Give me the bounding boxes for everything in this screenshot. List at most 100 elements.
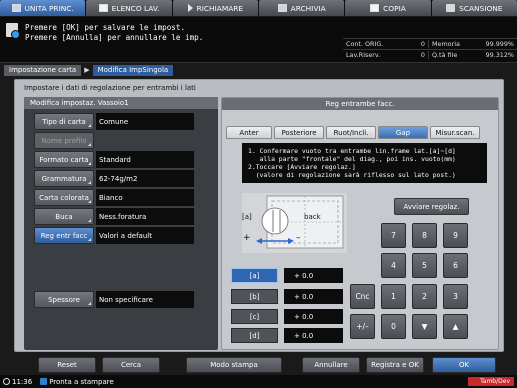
tab-label: UNITA PRINC. <box>24 3 74 13</box>
instruction-line: 2.Toccare [Avviare regolaz.] <box>248 163 356 171</box>
breadcrumb-modifica-impsingola: Modifica ImpSingola <box>92 64 174 76</box>
printer-status-icon <box>40 378 48 385</box>
setting-row: Spessore Non specificare <box>34 291 194 308</box>
gap-diagram: [a] back + – <box>242 193 347 253</box>
breadcrumb-separator-icon: ▶ <box>84 66 90 74</box>
gap-b-value: + 0.0 <box>284 289 343 304</box>
copy-icon <box>370 4 380 12</box>
breadcrumb-impostazione-carta[interactable]: Impostazione carta <box>4 64 82 76</box>
cont-orig-label: Cont. ORIG. <box>346 40 384 48</box>
modo-stampa-button[interactable]: Modo stampa <box>186 357 282 373</box>
job-list-icon <box>98 4 108 12</box>
qta-file-label: Q.tà file <box>432 51 458 59</box>
status-bar: 11:36 Pronta a stampare Tamb/Dev <box>0 375 517 388</box>
breadcrumb: Impostazione carta ▶ Modifica ImpSingola <box>4 64 174 76</box>
key-9[interactable]: 9 <box>443 223 468 248</box>
gap-d-button[interactable]: [d] <box>231 328 278 343</box>
spessore-button[interactable]: Spessore <box>34 291 94 308</box>
nome-profilo-button: Nome profilo <box>34 132 94 149</box>
key-8[interactable]: 8 <box>412 223 437 248</box>
tab-archivia[interactable]: ARCHIVIA <box>258 0 345 16</box>
message-line-2: Premere [Annulla] per annullare le imp. <box>25 33 204 42</box>
key-0[interactable]: 0 <box>381 314 406 339</box>
tab-label: RICHIAMARE <box>196 3 244 13</box>
tab-elenco-lav[interactable]: ELENCO LAV. <box>86 0 172 16</box>
setting-row: Nome profilo <box>34 132 94 149</box>
key-5[interactable]: 5 <box>412 253 437 278</box>
counters: Cont. ORIG. 0 Memoria 99.999% Lav.Riserv. 0… <box>343 38 517 60</box>
setting-row: Carta colorata Bianco <box>34 189 194 206</box>
key-3[interactable]: 3 <box>443 284 468 309</box>
reset-button[interactable]: Reset <box>38 357 96 373</box>
key-2[interactable]: 2 <box>412 284 437 309</box>
cont-orig-value: 0 <box>420 40 425 48</box>
tab-ruot-incli[interactable]: Ruot/Incli. <box>326 126 376 139</box>
buca-value: Ness.foratura <box>96 208 194 225</box>
setting-row: Tipo di carta Comune <box>34 113 194 130</box>
setting-row: Formato carta Standard <box>34 151 194 168</box>
grammatura-button[interactable]: Grammatura <box>34 170 94 187</box>
formato-carta-value: Standard <box>96 151 194 168</box>
tab-misur-scan[interactable]: Misur.scan. <box>430 126 480 139</box>
tab-anter[interactable]: Anter <box>226 126 272 139</box>
qta-file-value: 99.312% <box>485 51 514 59</box>
memoria-value: 99.999% <box>485 40 514 48</box>
reg-entr-facc-button[interactable]: Reg entr facc <box>34 227 94 244</box>
clock-icon <box>3 378 10 385</box>
tab-label: COPIA <box>383 3 406 13</box>
gap-a-button[interactable]: [a] <box>231 268 278 283</box>
gap-c-value: + 0.0 <box>284 309 343 324</box>
setting-row: Buca Ness.foratura <box>34 208 194 225</box>
gap-b-button[interactable]: [b] <box>231 289 278 304</box>
key-plus-minus[interactable]: +/– <box>350 314 375 339</box>
formato-carta-button[interactable]: Formato carta <box>34 151 94 168</box>
tab-scansione[interactable]: SCANSIONE <box>431 0 517 16</box>
instruction-box: 1. Confermare vuoto tra entrambe lin.fra… <box>242 143 487 183</box>
scan-icon <box>446 4 456 12</box>
panel-instruction: Impostare i dati di regolazione per entr… <box>24 83 196 92</box>
instruction-line: (valore di regolazione sarà riflesso sul… <box>248 171 456 179</box>
arrow-up-icon[interactable]: ▲ <box>443 314 468 339</box>
arrow-down-icon[interactable]: ▼ <box>412 314 437 339</box>
tab-posteriore[interactable]: Posteriore <box>274 126 324 139</box>
carta-colorata-value: Bianco <box>96 189 194 206</box>
registra-ok-button[interactable]: Registra e OK <box>366 357 424 373</box>
status-time: 11:36 <box>12 377 33 386</box>
gap-c-button[interactable]: [c] <box>231 309 278 324</box>
buca-button[interactable]: Buca <box>34 208 94 225</box>
gap-diagram-graphic <box>256 195 344 249</box>
key-7[interactable]: 7 <box>381 223 406 248</box>
annullare-button[interactable]: Annullare <box>302 357 360 373</box>
tamb-dev-badge[interactable]: Tamb/Dev <box>468 377 514 386</box>
gap-d-value: + 0.0 <box>284 328 343 343</box>
tab-unita-princ[interactable]: UNITA PRINC. <box>0 0 86 16</box>
ok-button[interactable]: OK <box>432 357 496 373</box>
spessore-value: Non specificare <box>96 291 194 308</box>
grammatura-value: 62-74g/m2 <box>96 170 194 187</box>
tab-label: ELENCO LAV. <box>111 3 160 13</box>
tipo-di-carta-button[interactable]: Tipo di carta <box>34 113 94 130</box>
adjustment-header: Reg entrambe facc. <box>222 98 498 110</box>
archive-icon <box>277 4 287 12</box>
setting-row: Reg entr facc Valori a default <box>34 227 194 244</box>
tab-copia[interactable]: COPIA <box>345 0 431 16</box>
cerca-button[interactable]: Cerca <box>102 357 160 373</box>
instruction-line: alla parte "frontale" del diag., poi ins… <box>248 155 456 163</box>
tab-label: SCANSIONE <box>459 3 503 13</box>
instruction-line: 1. Confermare vuoto tra entrambe lin.fra… <box>248 147 456 155</box>
key-4[interactable]: 4 <box>381 253 406 278</box>
carta-colorata-button[interactable]: Carta colorata <box>34 189 94 206</box>
tab-label: ARCHIVIA <box>290 3 326 13</box>
recall-icon <box>187 4 193 12</box>
tab-gap[interactable]: Gap <box>378 126 428 139</box>
memoria-label: Memoria <box>432 40 460 48</box>
main-panel: Impostare i dati di regolazione per entr… <box>14 79 504 352</box>
key-canc[interactable]: Cnc <box>350 284 375 309</box>
key-6[interactable]: 6 <box>443 253 468 278</box>
setting-row: Grammatura 62-74g/m2 <box>34 170 194 187</box>
tab-richiamare[interactable]: RICHIAMARE <box>172 0 258 16</box>
settings-header: Modifica impostaz. Vassoio1 <box>24 97 218 109</box>
info-icon <box>6 23 20 39</box>
avviare-regolaz-button[interactable]: Avviare regolaz. <box>394 198 469 215</box>
key-1[interactable]: 1 <box>381 284 406 309</box>
